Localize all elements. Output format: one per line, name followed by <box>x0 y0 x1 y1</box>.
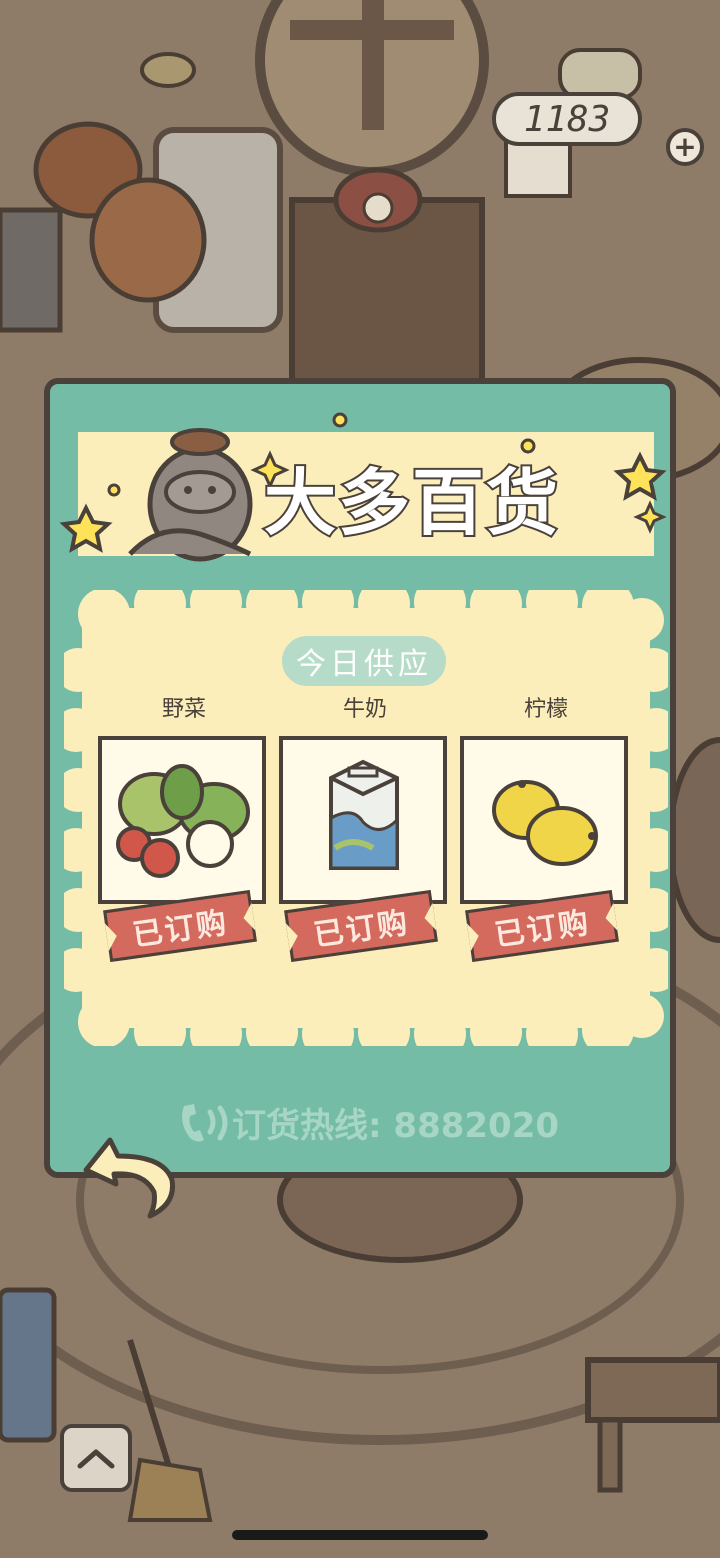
order-hotline: 订货热线: 8882020 <box>176 1098 559 1147</box>
shop-panel: 大多百货 今日供应 野菜 已订购 牛奶 已订购 柠檬 已订购 订货热线: 888… <box>44 378 676 1178</box>
item-image-frame: 已订购 <box>460 736 628 963</box>
vegetables-icon <box>116 764 250 878</box>
today-supply-label: 今日供应 <box>282 636 446 686</box>
item-name: 柠檬 <box>523 697 568 722</box>
back-arrow-button[interactable] <box>80 1132 180 1224</box>
currency-counter: 1183 <box>492 92 642 146</box>
add-currency-button[interactable]: + <box>666 128 704 166</box>
hotline-text: 订货热线: 8882020 <box>232 1106 560 1146</box>
home-indicator[interactable] <box>232 1530 488 1540</box>
item-image-frame: 已订购 <box>98 736 266 963</box>
item-milk[interactable]: 牛奶 已订购 <box>279 690 451 963</box>
milk-carton-icon <box>329 759 399 870</box>
plus-icon: + <box>673 130 697 163</box>
expand-up-button[interactable] <box>60 1424 132 1492</box>
currency-value: 1183 <box>523 98 611 140</box>
lemon-icon <box>492 780 598 866</box>
shop-title: 大多百货 <box>262 459 561 547</box>
item-image-frame: 已订购 <box>279 736 447 963</box>
item-name: 野菜 <box>161 697 206 722</box>
item-lemon[interactable]: 柠檬 已订购 <box>460 690 632 963</box>
item-name: 牛奶 <box>342 697 387 722</box>
item-vegetables[interactable]: 野菜 已订购 <box>98 690 270 963</box>
chevron-up-icon <box>77 1449 115 1469</box>
phone-icon <box>182 1103 228 1142</box>
